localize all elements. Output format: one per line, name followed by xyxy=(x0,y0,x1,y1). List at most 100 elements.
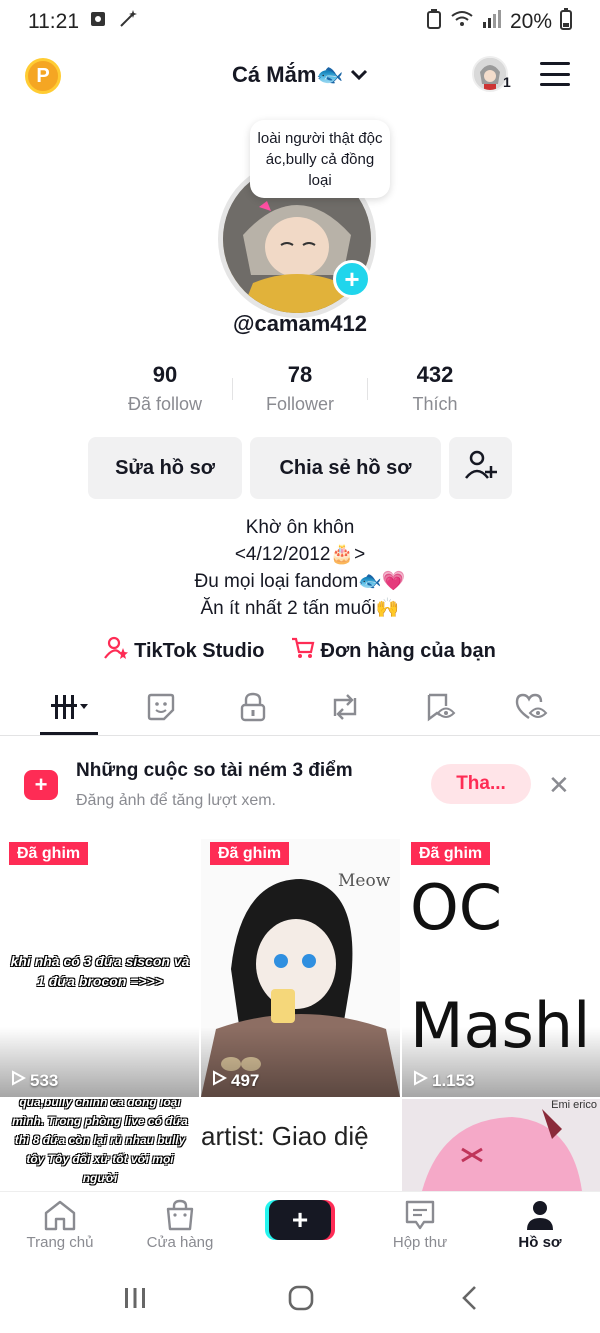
share-profile-button[interactable]: Chia sẻ hồ sơ xyxy=(250,437,441,499)
edit-profile-button[interactable]: Sửa hồ sơ xyxy=(88,437,242,499)
video-caption: qua,bully chính cả đồng loại mình. Trong… xyxy=(12,1099,188,1185)
promo-banner: + Những cuộc so tài ném 3 điểm Đăng ảnh … xyxy=(0,746,600,826)
home-icon xyxy=(43,1199,77,1235)
bio-line: Ăn ít nhất 2 tấn muối🙌 xyxy=(200,598,400,619)
view-count-value: 1.153 xyxy=(432,1070,475,1090)
menu-icon[interactable] xyxy=(540,62,570,86)
profile-bio: Khờ ôn khôn <4/12/2012🎂> Đu mọi loại fan… xyxy=(0,514,600,622)
notification-count: 1 xyxy=(503,74,511,90)
back-icon[interactable] xyxy=(460,1285,480,1316)
video-thumbnail[interactable]: Emi erico xyxy=(402,1099,600,1191)
wifi-icon xyxy=(450,10,474,34)
orders-label: Đơn hàng của bạn xyxy=(320,639,496,662)
video-grid: khi nhà có 3 đứa siscon và 1 đứa brocon … xyxy=(0,839,600,1191)
profile-top-bar: P Cá Mắm🐟 1 xyxy=(0,52,600,102)
stat-label: Đã follow xyxy=(127,394,203,414)
profile-note[interactable]: loài người thật độc ác,bully cả đồng loạ… xyxy=(250,120,390,198)
view-count: 1.153 xyxy=(412,1070,475,1091)
view-count-value: 533 xyxy=(30,1070,59,1090)
battery-icon xyxy=(560,8,572,36)
nav-profile[interactable]: Hồ sơ xyxy=(490,1200,590,1251)
tab-stickers[interactable] xyxy=(136,690,186,728)
drawing-artwork xyxy=(402,1099,600,1191)
video-thumbnail[interactable]: artist: Giao diệ xyxy=(201,1099,400,1191)
play-icon xyxy=(211,1070,228,1091)
tiktok-studio-link[interactable]: TikTok Studio xyxy=(104,636,265,666)
system-navigation xyxy=(0,1263,600,1333)
bookmark-hidden-icon xyxy=(424,692,456,727)
play-icon xyxy=(10,1070,27,1091)
pinned-badge: Đã ghim xyxy=(9,842,89,865)
tab-videos[interactable] xyxy=(44,690,94,728)
video-caption: Meow xyxy=(338,871,391,891)
bio-line: Đu mọi loại fandom🐟💗 xyxy=(194,571,406,592)
inbox-icon xyxy=(404,1199,436,1235)
nav-inbox[interactable]: Hộp thư xyxy=(370,1200,470,1251)
add-avatar-button[interactable]: + xyxy=(333,260,371,298)
view-count-value: 497 xyxy=(231,1070,260,1090)
bottom-navigation: Trang chủ Cửa hàng + Hộp thư Hồ sơ xyxy=(0,1191,600,1263)
stat-label: Follower xyxy=(265,394,335,414)
grid-icon xyxy=(47,692,91,727)
pinned-badge: Đã ghim xyxy=(210,842,290,865)
video-thumbnail[interactable]: OC Mashle Đã ghim 1.153 xyxy=(402,839,600,1097)
promo-join-button[interactable]: Tha... xyxy=(431,764,531,804)
orders-link[interactable]: Đơn hàng của bạn xyxy=(291,636,496,666)
add-user-icon xyxy=(464,448,498,488)
profile-tabs xyxy=(0,682,600,736)
recent-apps-icon[interactable] xyxy=(122,1285,148,1316)
battery-level: 20% xyxy=(509,10,552,33)
add-friend-button[interactable] xyxy=(449,437,512,499)
nav-inbox-label: Hộp thư xyxy=(392,1234,448,1251)
video-caption: Emi erico xyxy=(551,1099,597,1111)
play-icon xyxy=(412,1070,429,1091)
close-icon[interactable]: ✕ xyxy=(548,770,570,801)
heart-hidden-icon xyxy=(514,692,548,727)
nav-shop[interactable]: Cửa hàng xyxy=(130,1199,230,1251)
magic-wand-icon xyxy=(117,8,139,36)
plus-icon: + xyxy=(24,770,58,800)
video-thumbnail[interactable]: khi nhà có 3 đứa siscon và 1 đứa brocon … xyxy=(0,839,199,1097)
create-button[interactable]: + xyxy=(269,1200,331,1240)
view-count: 497 xyxy=(211,1070,259,1091)
video-thumbnail[interactable]: qua,bully chính cả đồng loại mình. Trong… xyxy=(0,1099,199,1191)
video-caption: artist: Giao diệ xyxy=(201,1121,369,1151)
video-caption: khi nhà có 3 đứa siscon và 1 đứa brocon … xyxy=(10,953,190,989)
cart-icon xyxy=(291,636,315,666)
tab-private[interactable] xyxy=(228,690,278,728)
profile-handle: @camam412 xyxy=(233,311,367,336)
status-bar: 11:21 20% xyxy=(0,0,600,44)
bio-line: <4/12/2012🎂> xyxy=(234,544,366,565)
stat-label: Thích xyxy=(412,394,458,414)
promo-subtitle: Đăng ảnh để tăng lượt xem. xyxy=(76,792,276,809)
profile-icon xyxy=(525,1199,555,1235)
battery-saver-icon xyxy=(426,9,442,35)
stat-followers[interactable]: 78 Follower xyxy=(230,362,370,415)
shopping-bag-icon xyxy=(164,1199,196,1235)
account-name: Cá Mắm🐟 xyxy=(232,62,344,87)
lock-icon xyxy=(239,692,267,727)
chevron-down-icon xyxy=(350,62,368,87)
active-tab-indicator xyxy=(40,732,98,735)
profile-links: TikTok Studio Đơn hàng của bạn xyxy=(0,636,600,666)
stat-following[interactable]: 90 Đã follow xyxy=(95,362,235,415)
stat-value: 78 xyxy=(287,362,313,387)
nav-home[interactable]: Trang chủ xyxy=(10,1200,110,1251)
studio-icon xyxy=(104,636,129,666)
tab-liked[interactable] xyxy=(506,690,556,728)
tab-reposts[interactable] xyxy=(320,690,370,728)
bio-line: Khờ ôn khôn xyxy=(245,517,355,538)
nav-home-label: Trang chủ xyxy=(26,1234,94,1251)
stat-value: 90 xyxy=(152,362,178,387)
video-thumbnail[interactable]: Meow Đã ghim 497 xyxy=(201,839,400,1097)
stat-likes[interactable]: 432 Thích xyxy=(365,362,505,415)
sticker-icon xyxy=(146,692,176,727)
pinned-badge: Đã ghim xyxy=(411,842,491,865)
nav-profile-label: Hồ sơ xyxy=(518,1234,562,1251)
stat-value: 432 xyxy=(416,362,454,387)
image-notification-icon xyxy=(89,10,107,34)
home-button-icon[interactable] xyxy=(288,1285,314,1316)
repost-icon xyxy=(329,692,361,727)
status-time: 11:21 xyxy=(28,10,79,33)
tab-favorites[interactable] xyxy=(415,690,465,728)
